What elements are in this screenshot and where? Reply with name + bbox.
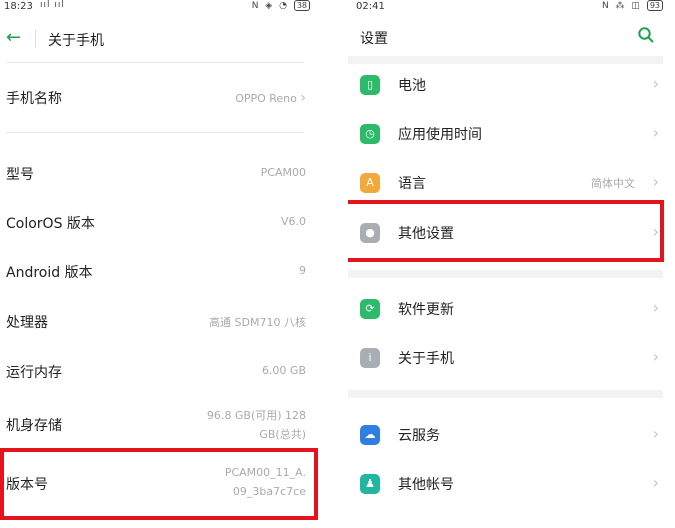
settings-screen: 02:41 N ⁂ ◫ 93 设置 ▯ 电池 › ◷ 应用使用时间 › A 语言… (348, 0, 675, 528)
chevron-right-icon: › (652, 123, 659, 142)
row-android-version: Android 版本 9 (0, 256, 306, 286)
row-label: 机身存储 (6, 418, 62, 434)
row-value: OPPO Reno › (235, 90, 306, 106)
divider (6, 62, 304, 63)
row-value: PCAM00 (260, 166, 306, 179)
chevron-right-icon: › (652, 222, 659, 241)
settings-item-battery[interactable]: ▯ 电池 › (348, 62, 675, 108)
page-header: 设置 (348, 22, 675, 54)
page-header: ← 关于手机 (0, 22, 322, 56)
row-label: 型号 (6, 167, 34, 183)
build-value-line2: 09_3ba7c7ce (232, 485, 306, 498)
row-value: 高通 SDM710 八核 (209, 316, 306, 329)
status-icons: N ◈ ◔ 38 (252, 0, 310, 11)
status-bar: 18:23 ııl ııl N ◈ ◔ 38 (0, 0, 322, 16)
chevron-right-icon: › (652, 74, 659, 93)
header-divider (35, 30, 36, 48)
chevron-right-icon: › (652, 473, 659, 492)
status-bar: 02:41 N ⁂ ◫ 93 (348, 0, 675, 16)
item-label: 云服务 (398, 428, 440, 444)
software-update-icon: ⟳ (360, 299, 380, 319)
chevron-right-icon: › (652, 347, 659, 366)
row-value: 96.8 GB(可用) 128 GB(总共) (207, 406, 306, 444)
separator (322, 0, 348, 528)
battery-indicator-icon: 38 (293, 0, 310, 11)
status-time: 02:41 (356, 1, 385, 12)
row-value: V6.0 (280, 215, 306, 228)
storage-value-line2: GB(总共) (259, 428, 306, 441)
page-title: 关于手机 (48, 33, 104, 49)
row-label: Android 版本 (6, 265, 93, 281)
status-icons: N ⁂ ◫ 93 (602, 0, 663, 11)
device-name-value: OPPO Reno (235, 92, 297, 105)
app-usage-icon: ◷ (360, 124, 380, 144)
other-settings-icon: ● (360, 223, 380, 243)
item-label: 电池 (398, 78, 426, 94)
settings-item-software-update[interactable]: ⟳ 软件更新 › (348, 286, 675, 332)
language-value: 简体中文 (591, 177, 635, 190)
row-processor: 处理器 高通 SDM710 八核 (0, 306, 306, 336)
row-label: ColorOS 版本 (6, 216, 95, 232)
row-device-name[interactable]: 手机名称 OPPO Reno › (0, 82, 306, 112)
chevron-right-icon: › (300, 90, 306, 106)
row-label: 版本号 (6, 477, 48, 493)
battery-icon: ▯ (360, 75, 380, 95)
about-phone-screen: 18:23 ııl ııl N ◈ ◔ 38 ← 关于手机 手机名称 OPPO … (0, 0, 322, 528)
divider (6, 132, 304, 133)
row-label: 手机名称 (6, 91, 62, 107)
row-value: PCAM00_11_A. 09_3ba7c7ce (225, 463, 306, 501)
status-indicator-icons: N ◈ ◔ (251, 1, 289, 11)
storage-value-line1: 96.8 GB(可用) 128 (206, 409, 306, 422)
section-divider (348, 390, 663, 398)
cloud-icon: ☁ (360, 425, 380, 445)
row-label: 处理器 (6, 315, 48, 331)
back-arrow-icon[interactable]: ← (6, 27, 21, 48)
language-icon: A (360, 173, 380, 193)
build-value-line1: PCAM00_11_A. (224, 466, 306, 479)
chevron-right-icon: › (652, 298, 659, 317)
item-label: 关于手机 (398, 351, 454, 367)
item-label: 语言 (398, 176, 426, 192)
settings-item-about-phone[interactable]: i 关于手机 › (348, 335, 675, 381)
row-build-number[interactable]: 版本号 PCAM00_11_A. 09_3ba7c7ce (0, 458, 306, 508)
settings-item-other-accounts[interactable]: ♟ 其他帐号 › (348, 461, 675, 507)
item-label: 其他设置 (398, 226, 454, 242)
chevron-right-icon: › (652, 172, 659, 191)
status-indicator-icons: N ⁂ ◫ (601, 1, 642, 11)
settings-item-cloud-service[interactable]: ☁ 云服务 › (348, 412, 675, 458)
search-icon[interactable] (637, 26, 655, 44)
item-label: 其他帐号 (398, 477, 454, 493)
page-title: 设置 (360, 31, 388, 47)
row-value: 6.00 GB (261, 364, 306, 377)
row-model: 型号 PCAM00 (0, 158, 306, 188)
account-icon: ♟ (360, 474, 380, 494)
battery-indicator-icon: 93 (646, 0, 663, 11)
item-label: 应用使用时间 (398, 127, 482, 143)
row-coloros-version: ColorOS 版本 V6.0 (0, 207, 306, 237)
settings-item-other-settings[interactable]: ● 其他设置 › (348, 210, 675, 256)
chevron-right-icon: › (652, 424, 659, 443)
settings-item-app-usage[interactable]: ◷ 应用使用时间 › (348, 111, 675, 157)
row-value: 9 (299, 264, 306, 277)
info-icon: i (360, 348, 380, 368)
signal-icon: ııl ııl (40, 0, 65, 10)
section-divider (348, 270, 663, 278)
status-time: 18:23 (4, 1, 33, 12)
row-label: 运行内存 (6, 365, 62, 381)
row-storage: 机身存储 96.8 GB(可用) 128 GB(总共) (0, 402, 306, 446)
row-ram: 运行内存 6.00 GB (0, 356, 306, 386)
item-label: 软件更新 (398, 302, 454, 318)
